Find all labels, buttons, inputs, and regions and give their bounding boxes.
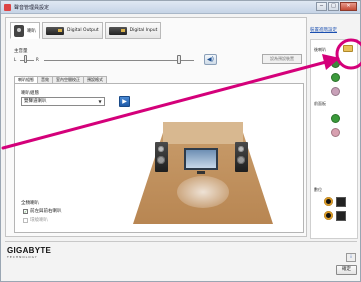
optical-input-icon[interactable] <box>336 211 346 221</box>
volume-slider-track[interactable] <box>44 60 194 61</box>
speaker-room-illustration <box>133 122 273 224</box>
tab-label: Digital Input <box>129 28 158 33</box>
checkbox-checked[interactable]: ✓ <box>23 208 28 214</box>
sound-card-icon <box>108 26 127 35</box>
front-speakers-option[interactable]: ✓ 前左與前右喇叭 <box>23 208 62 214</box>
speaker-app-icon <box>4 4 11 11</box>
balance-slider-handle[interactable] <box>24 55 27 63</box>
sound-manager-window: 聲音管理員設定 ─ □ ✕ 喇叭 Digital Output Digital … <box>0 0 361 282</box>
folder-icon[interactable] <box>343 45 353 52</box>
jack-panel: 裝置進階設定 後喇叭 前面板 數位 <box>310 17 358 241</box>
balance-slider-track[interactable] <box>20 60 34 61</box>
set-default-device-button: 設為預設裝置 <box>262 54 302 64</box>
optical-output-icon[interactable] <box>336 197 346 207</box>
main-volume-label: 主音量 <box>14 49 28 54</box>
coaxial-output-icon[interactable] <box>324 197 333 206</box>
close-button[interactable]: ✕ <box>340 2 357 11</box>
surround-speakers-option: 環繞喇叭 <box>23 217 48 223</box>
speaker-config-value: 雙聲道喇叭 <box>24 99 47 104</box>
info-button[interactable]: i <box>346 253 356 262</box>
brand-tagline: TECHNOLOGY <box>7 255 38 259</box>
volume-row: L R ◀) <box>14 54 264 65</box>
window-title: 聲音管理員設定 <box>14 5 50 11</box>
tv-icon <box>184 148 218 170</box>
minimize-button[interactable]: ─ <box>316 2 327 11</box>
tab-digital-input[interactable]: Digital Input <box>104 22 162 39</box>
front-left-speaker[interactable] <box>155 142 168 172</box>
device-tabs: 喇叭 Digital Output Digital Input <box>10 22 162 39</box>
speaker-config-select[interactable]: 雙聲道喇叭 ▼ <box>21 97 105 106</box>
checkbox-unchecked <box>23 217 28 223</box>
main-content: 喇叭 Digital Output Digital Input 主音量 L R … <box>5 17 307 237</box>
ok-button[interactable]: 確定 <box>336 265 357 275</box>
speaker-icon <box>14 24 24 37</box>
speaker-volume-icon: ◀) <box>207 56 214 63</box>
balance-right-label: R <box>36 57 39 62</box>
rear-jack-pink[interactable] <box>331 87 340 96</box>
tab-digital-output[interactable]: Digital Output <box>42 22 103 39</box>
tv-stand <box>197 171 205 174</box>
play-icon: ▶ <box>122 98 127 105</box>
volume-slider-handle[interactable] <box>177 55 181 64</box>
advanced-settings-link[interactable]: 裝置進階設定 <box>310 27 337 33</box>
play-test-button[interactable]: ▶ <box>119 96 130 107</box>
title-bar[interactable]: 聲音管理員設定 ─ □ ✕ <box>1 1 360 14</box>
speaker-config-label: 喇叭組態 <box>21 91 39 96</box>
rear-jack-green-2[interactable] <box>331 73 340 82</box>
front-jack-pink[interactable] <box>331 128 340 137</box>
tab-label: 喇叭 <box>27 28 36 34</box>
front-jack-green[interactable] <box>331 114 340 123</box>
gigabyte-logo: GIGABYTE <box>7 246 52 255</box>
chevron-down-icon: ▼ <box>98 99 102 104</box>
rear-jack-green[interactable] <box>331 59 340 68</box>
window-controls: ─ □ ✕ <box>316 2 357 11</box>
connector-box <box>310 39 358 239</box>
balance-left-label: L <box>14 57 17 62</box>
option-label: 前左與前右喇叭 <box>30 209 62 214</box>
tab-speakers[interactable]: 喇叭 <box>10 22 40 39</box>
tab-label: Digital Output <box>67 28 99 33</box>
front-right-speaker[interactable] <box>235 142 248 172</box>
full-range-label: 全頻喇叭 <box>21 201 39 206</box>
maximize-button[interactable]: □ <box>328 2 339 11</box>
floor-highlight <box>177 176 229 208</box>
coaxial-input-icon[interactable] <box>324 211 333 220</box>
front-panel-label: 前面板 <box>314 101 326 106</box>
mute-button[interactable]: ◀) <box>204 54 217 65</box>
rear-panel-label: 後喇叭 <box>314 47 326 52</box>
speaker-config-panel: 喇叭組態 雙聲道喇叭 ▼ ▶ 全頻喇叭 ✓ 前左與前右喇叭 環繞喇叭 <box>14 83 304 233</box>
room-wall <box>163 122 243 144</box>
option-label: 環繞喇叭 <box>30 218 48 223</box>
digital-label: 數位 <box>314 187 322 192</box>
footer-divider <box>5 241 357 242</box>
sound-card-icon <box>46 26 64 35</box>
